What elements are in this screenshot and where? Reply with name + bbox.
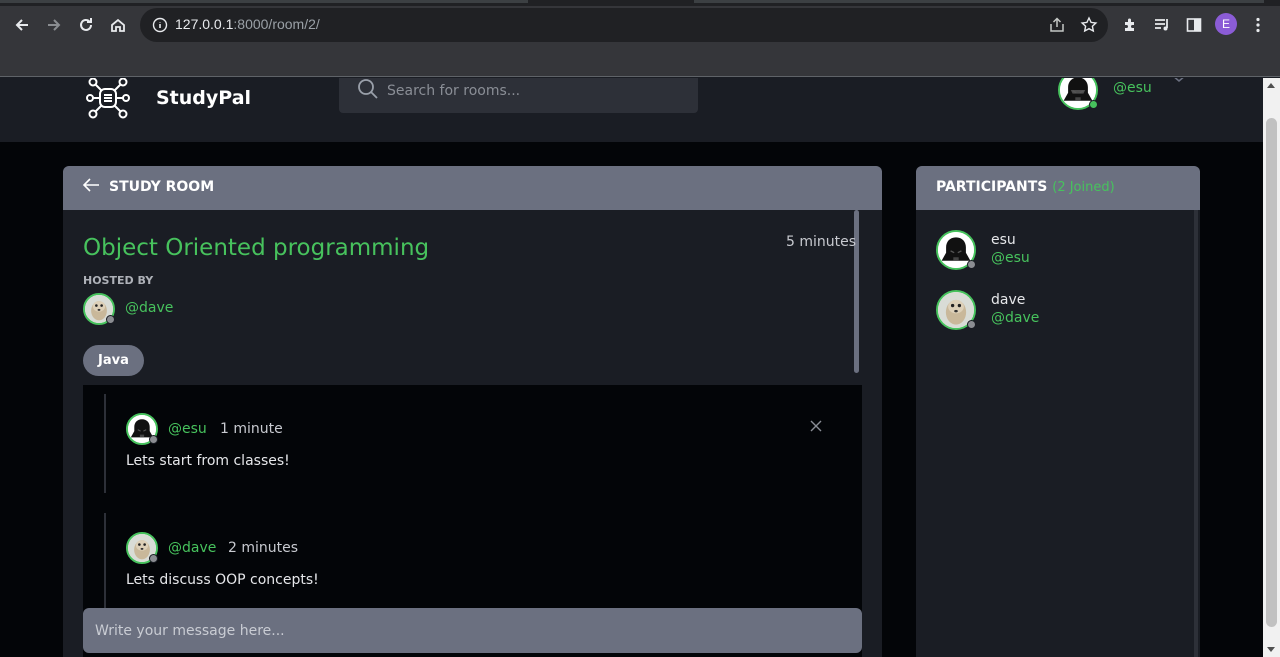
message-body: Lets discuss OOP concepts! bbox=[126, 572, 319, 588]
message-author[interactable]: @esu bbox=[168, 421, 207, 437]
message-time: 2 minutes bbox=[228, 540, 299, 556]
scroll-up-arrow-icon[interactable] bbox=[1267, 83, 1275, 88]
message-item: @esu 1 minute Lets start from classes! bbox=[104, 394, 844, 493]
participants-panel: PARTICIPANTS (2 Joined) esu @esu dave @d… bbox=[916, 166, 1200, 657]
message-author[interactable]: @dave bbox=[168, 540, 216, 556]
home-icon[interactable] bbox=[103, 10, 133, 40]
room-panel: STUDY ROOM Object Oriented programming 5… bbox=[63, 166, 882, 657]
message-avatar[interactable] bbox=[126, 532, 158, 564]
page-viewport: StudyPal esu @esu STUDY bbox=[0, 78, 1263, 657]
participant-name: dave bbox=[991, 292, 1026, 308]
offline-status-dot bbox=[967, 320, 976, 329]
room-created-time: 5 minutes bbox=[786, 234, 857, 250]
hosted-by-label: HOSTED BY bbox=[83, 274, 154, 287]
offline-status-dot bbox=[106, 315, 115, 324]
site-info-icon[interactable] bbox=[152, 17, 168, 33]
brand-name[interactable]: StudyPal bbox=[156, 87, 251, 109]
room-section-title: STUDY ROOM bbox=[109, 179, 215, 195]
browser-toolbar: 127.0.0.1:8000/room/2/ E bbox=[0, 6, 1280, 44]
offline-status-dot bbox=[149, 554, 158, 563]
back-arrow-icon[interactable] bbox=[82, 177, 100, 193]
header-user-menu[interactable]: esu @esu bbox=[1058, 78, 1198, 110]
room-title: Object Oriented programming bbox=[83, 235, 430, 261]
search-input[interactable] bbox=[387, 78, 687, 107]
side-panel-icon[interactable] bbox=[1179, 10, 1209, 40]
participant-avatar[interactable] bbox=[936, 230, 976, 270]
offline-status-dot bbox=[967, 260, 976, 269]
chevron-down-icon[interactable] bbox=[1170, 78, 1188, 84]
bookmark-star-icon[interactable] bbox=[1080, 16, 1098, 34]
page-scrollbar[interactable] bbox=[1263, 78, 1280, 657]
site-header: StudyPal esu @esu bbox=[0, 78, 1263, 142]
url-host: 127.0.0.1 bbox=[175, 16, 234, 32]
url-text[interactable]: 127.0.0.1:8000/room/2/ bbox=[175, 16, 320, 32]
topic-badge[interactable]: Java bbox=[83, 345, 144, 376]
message-item: @dave 2 minutes Lets discuss OOP concept… bbox=[104, 513, 844, 613]
forward-icon[interactable] bbox=[39, 10, 69, 40]
menu-kebab-icon[interactable] bbox=[1243, 10, 1273, 40]
bookmarks-bar bbox=[0, 44, 1280, 77]
participants-header: PARTICIPANTS (2 Joined) bbox=[916, 166, 1200, 210]
message-composer bbox=[83, 608, 862, 653]
room-host[interactable]: @dave bbox=[83, 293, 173, 325]
participant-item[interactable]: dave @dave bbox=[936, 290, 1176, 332]
scroll-down-arrow-icon[interactable] bbox=[1267, 647, 1275, 652]
delete-message-close-icon[interactable] bbox=[809, 419, 823, 433]
media-control-icon[interactable] bbox=[1147, 10, 1177, 40]
search-icon bbox=[358, 79, 378, 99]
browser-tab[interactable] bbox=[694, 0, 1264, 3]
reload-icon[interactable] bbox=[71, 10, 101, 40]
participants-title: PARTICIPANTS (2 Joined) bbox=[936, 179, 1115, 195]
profile-avatar[interactable]: E bbox=[1215, 13, 1237, 35]
host-handle[interactable]: @dave bbox=[125, 300, 173, 316]
participants-title-text: PARTICIPANTS bbox=[936, 179, 1048, 195]
participants-scrollbar[interactable] bbox=[1194, 210, 1198, 657]
host-avatar[interactable] bbox=[83, 293, 115, 325]
participants-count: (2 Joined) bbox=[1052, 180, 1115, 195]
participant-item[interactable]: esu @esu bbox=[936, 230, 1176, 272]
room-search bbox=[339, 78, 698, 113]
message-input[interactable] bbox=[95, 608, 835, 653]
header-user-handle: @esu bbox=[1113, 80, 1152, 96]
message-body: Lets start from classes! bbox=[126, 453, 290, 469]
scrollbar-thumb[interactable] bbox=[1266, 118, 1277, 627]
address-bar[interactable]: 127.0.0.1:8000/room/2/ bbox=[140, 8, 1108, 42]
message-avatar[interactable] bbox=[126, 413, 158, 445]
participant-handle: @dave bbox=[991, 310, 1040, 326]
url-path: :8000/room/2/ bbox=[233, 16, 320, 32]
room-body: Object Oriented programming 5 minutes HO… bbox=[63, 210, 882, 657]
studypal-logo-icon[interactable] bbox=[86, 78, 130, 120]
participant-avatar[interactable] bbox=[936, 290, 976, 330]
header-user-avatar[interactable] bbox=[1058, 78, 1098, 110]
participant-name: esu bbox=[991, 232, 1016, 248]
browser-tab[interactable] bbox=[0, 0, 528, 3]
back-icon[interactable] bbox=[7, 10, 37, 40]
offline-status-dot bbox=[149, 435, 158, 444]
message-time: 1 minute bbox=[220, 421, 283, 437]
participant-handle: @esu bbox=[991, 250, 1030, 266]
room-panel-header: STUDY ROOM bbox=[63, 166, 882, 210]
share-icon[interactable] bbox=[1048, 16, 1066, 34]
online-status-dot bbox=[1089, 100, 1098, 109]
extensions-icon[interactable] bbox=[1115, 10, 1145, 40]
